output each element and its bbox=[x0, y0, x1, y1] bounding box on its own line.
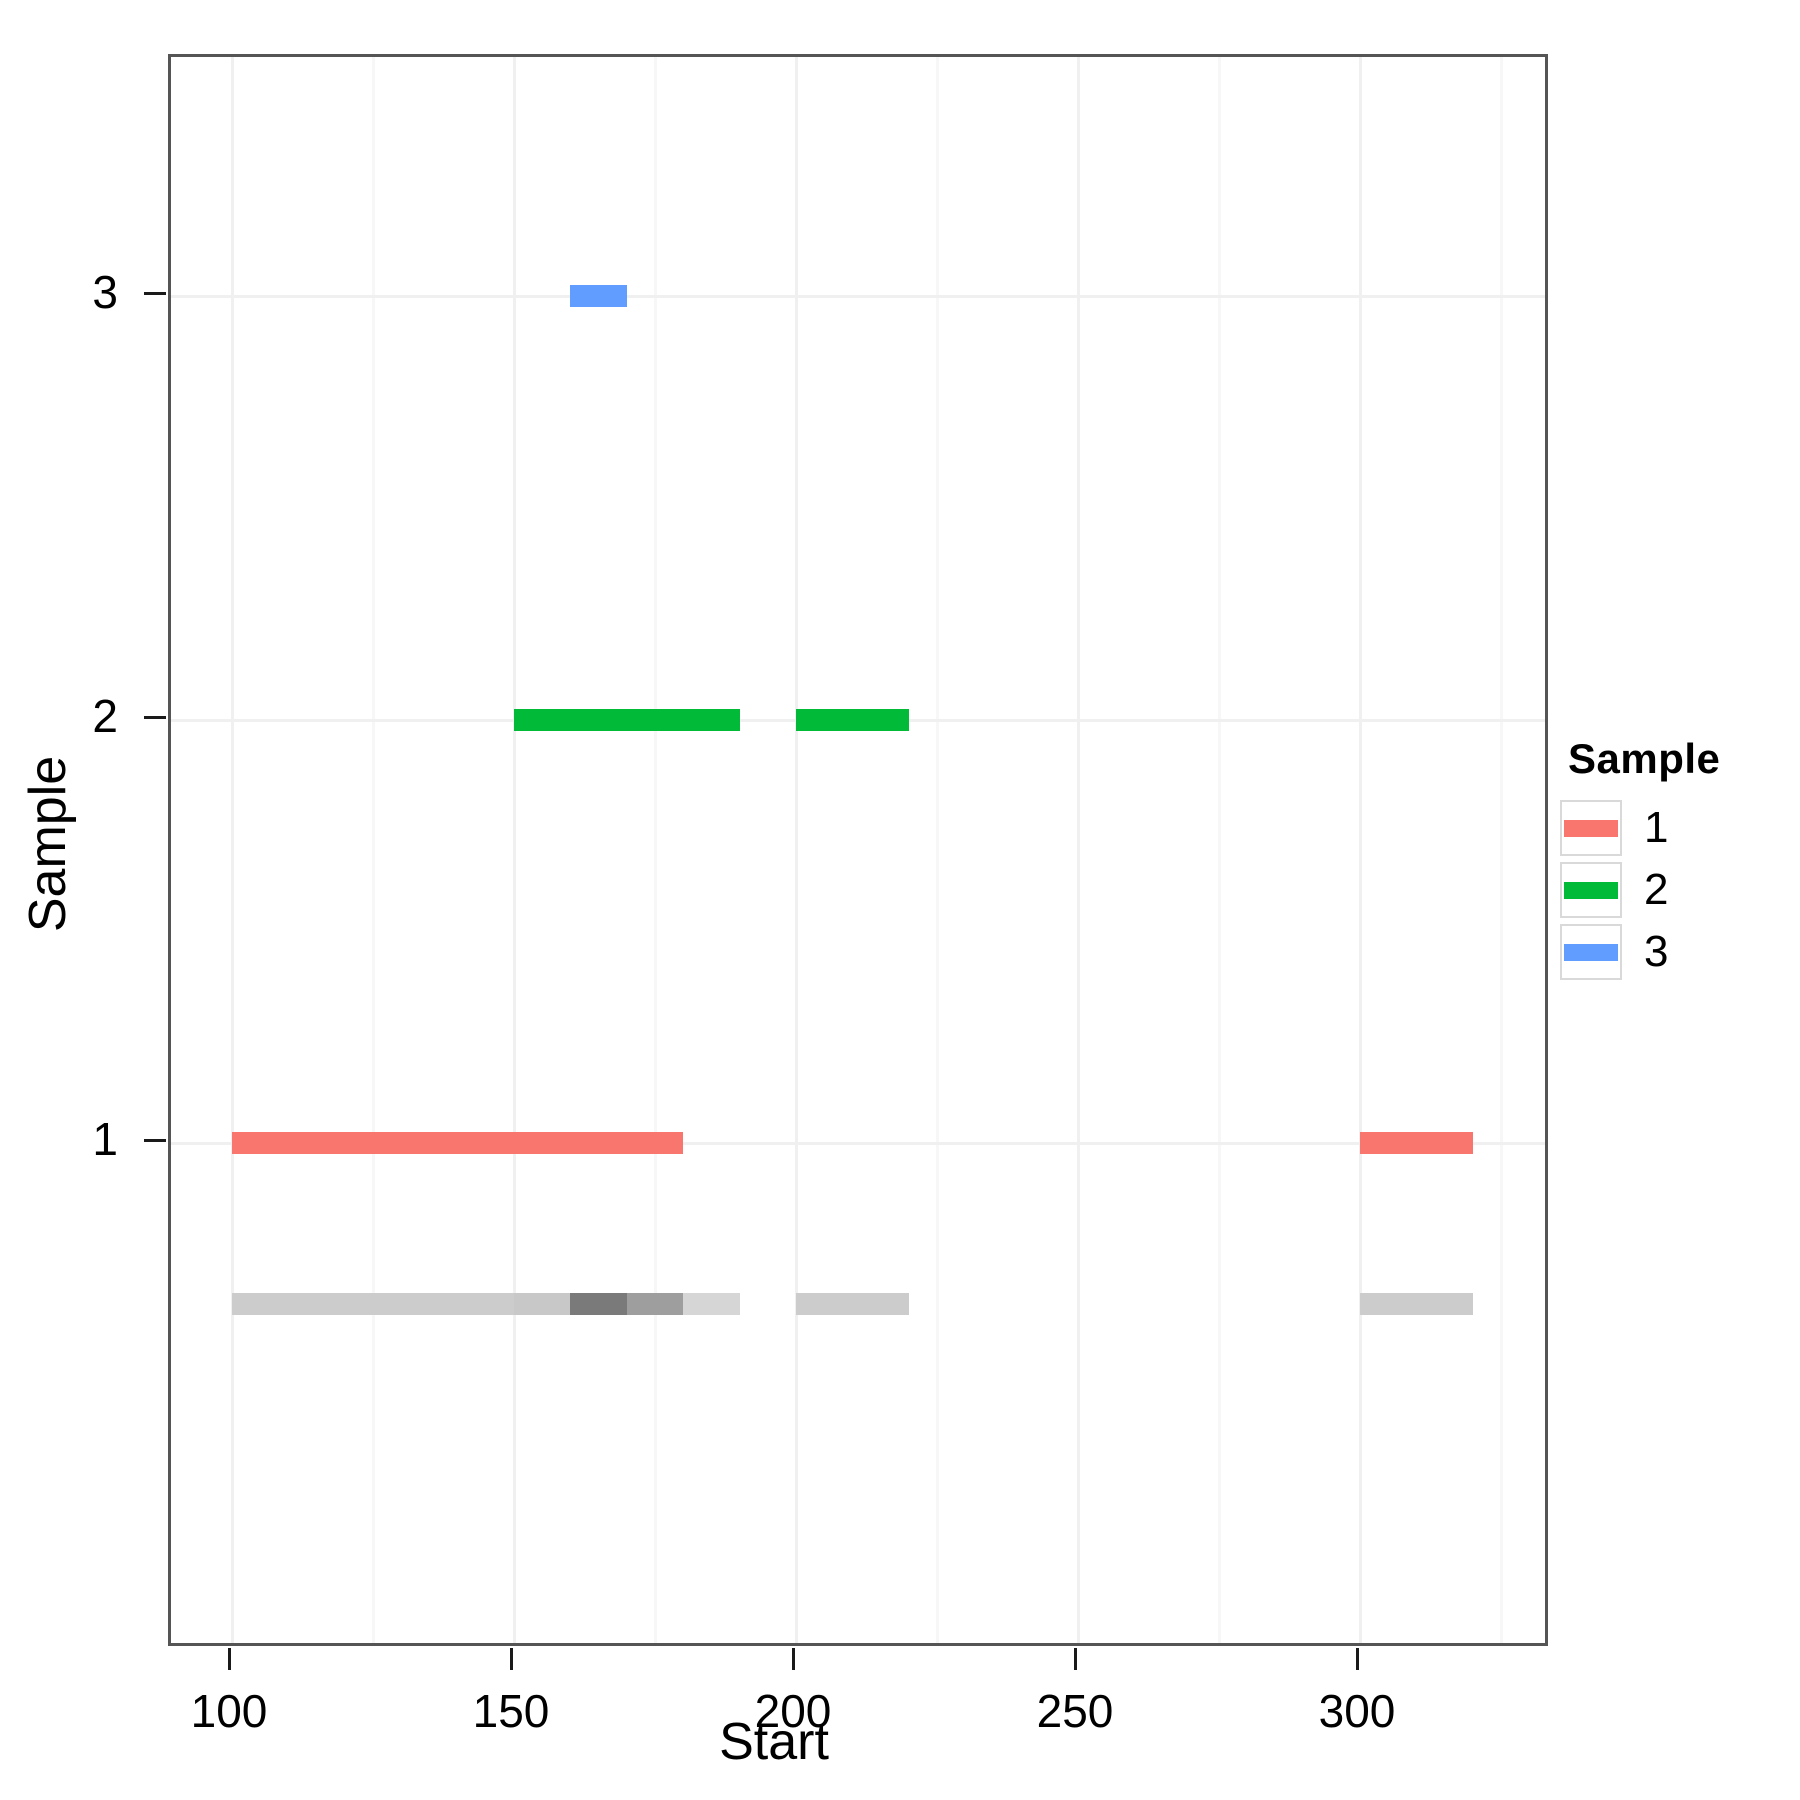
coverage-segment bbox=[796, 1292, 909, 1315]
x-tick-mark bbox=[510, 1648, 513, 1670]
x-tick-mark bbox=[1356, 1648, 1359, 1670]
x-tick-mark bbox=[792, 1648, 795, 1670]
gridline-horizontal bbox=[171, 295, 1545, 298]
range-bar-sample-1 bbox=[1360, 1132, 1473, 1154]
legend-entry-3[interactable]: 3 bbox=[1560, 921, 1780, 983]
range-bar-sample-2 bbox=[514, 708, 740, 731]
legend-label: 2 bbox=[1644, 865, 1669, 914]
legend-color-swatch bbox=[1564, 819, 1618, 837]
y-tick-mark bbox=[144, 292, 166, 295]
y-tick-mark bbox=[144, 715, 166, 719]
coverage-segment bbox=[683, 1292, 740, 1315]
x-tick-mark bbox=[228, 1648, 231, 1670]
coverage-segment bbox=[570, 1292, 627, 1315]
legend-entry-1[interactable]: 1 bbox=[1560, 797, 1780, 859]
y-tick-label: 3 bbox=[92, 266, 118, 318]
legend-key-box bbox=[1560, 862, 1622, 918]
coverage-segment bbox=[232, 1292, 514, 1315]
legend-label: 1 bbox=[1644, 803, 1669, 852]
legend-color-swatch bbox=[1564, 881, 1618, 899]
plot-panel bbox=[168, 54, 1548, 1646]
range-bar-sample-3 bbox=[570, 285, 627, 307]
legend-key-box bbox=[1560, 800, 1622, 856]
legend-key-box bbox=[1560, 924, 1622, 980]
legend: Sample 1 2 3 bbox=[1560, 735, 1780, 983]
legend-entry-2[interactable]: 2 bbox=[1560, 859, 1780, 921]
x-axis-title: Start bbox=[719, 1713, 829, 1771]
coverage-segment bbox=[626, 1292, 655, 1315]
legend-entries: 1 2 3 bbox=[1560, 797, 1780, 983]
chart-root: 123 100 150 200 250 300 Start Sample Sample … bbox=[0, 0, 1800, 1800]
coverage-segment bbox=[655, 1292, 684, 1315]
y-axis-title: Sample bbox=[19, 755, 77, 933]
range-bar-sample-2 bbox=[796, 708, 909, 731]
legend-color-swatch bbox=[1564, 943, 1618, 961]
x-tick-mark bbox=[1074, 1648, 1077, 1670]
legend-title: Sample bbox=[1568, 735, 1721, 782]
coverage-segment bbox=[514, 1292, 571, 1315]
coverage-segment bbox=[1360, 1292, 1473, 1315]
legend-label: 3 bbox=[1644, 927, 1669, 976]
y-tick-mark bbox=[144, 1139, 166, 1142]
range-bar-sample-1 bbox=[232, 1132, 684, 1154]
